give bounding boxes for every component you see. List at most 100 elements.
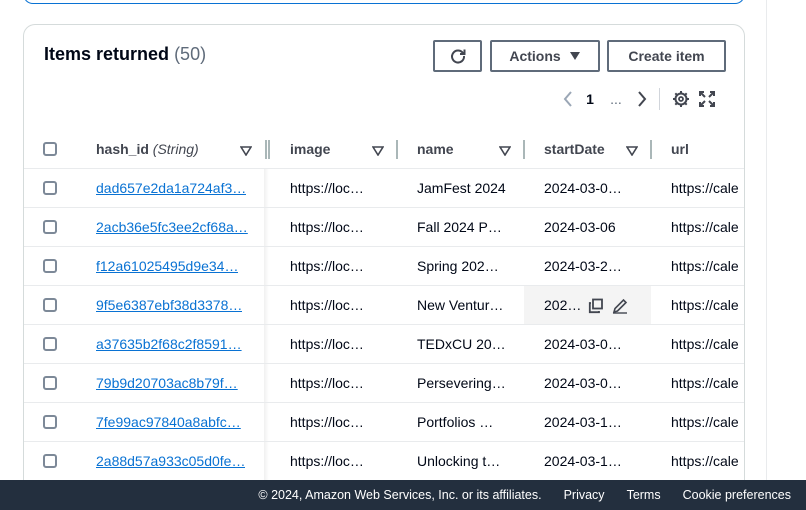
startdate-cell[interactable]: 2024-03-0… bbox=[544, 364, 634, 402]
hash-id-link[interactable]: 79b9d20703ac8b79f… bbox=[96, 375, 238, 391]
table-row[interactable]: 79b9d20703ac8b79f… https://loc… Persever… bbox=[24, 364, 744, 403]
url-cell[interactable]: https://cale bbox=[671, 403, 744, 441]
sort-caret-icon[interactable] bbox=[625, 143, 639, 161]
row-checkbox[interactable] bbox=[43, 298, 57, 312]
row-checkbox[interactable] bbox=[43, 259, 57, 273]
select-all-checkbox[interactable] bbox=[43, 142, 57, 156]
column-header-name[interactable]: name bbox=[417, 130, 509, 168]
row-checkbox[interactable] bbox=[43, 220, 57, 234]
image-value: https://loc… bbox=[290, 219, 364, 235]
table-row[interactable]: 7fe99ac97840a8abfc… https://loc… Portfol… bbox=[24, 403, 744, 442]
column-resizer[interactable] bbox=[265, 140, 270, 159]
startdate-value: 2024-03-2… bbox=[544, 258, 622, 274]
name-cell[interactable]: Portfolios … bbox=[417, 403, 509, 441]
url-cell[interactable]: https://cale bbox=[671, 325, 744, 363]
settings-gear-icon[interactable] bbox=[668, 87, 694, 111]
hash-id-link[interactable]: 2a88d57a933c05d0fe… bbox=[96, 453, 245, 469]
page-scrollbar[interactable] bbox=[766, 0, 806, 480]
column-resizer[interactable] bbox=[523, 140, 525, 159]
table-row[interactable]: 9f5e6387ebf38d3378… https://loc… New Ven… bbox=[24, 286, 744, 325]
create-item-button[interactable]: Create item bbox=[607, 40, 726, 72]
footer-terms-link[interactable]: Terms bbox=[627, 488, 661, 502]
column-header-image[interactable]: image bbox=[290, 130, 380, 168]
hash-id-link[interactable]: 9f5e6387ebf38d3378… bbox=[96, 297, 242, 313]
startdate-cell[interactable]: 2024-03-0… bbox=[544, 169, 634, 207]
row-checkbox[interactable] bbox=[43, 181, 57, 195]
image-cell[interactable]: https://loc… bbox=[290, 325, 380, 363]
sort-caret-icon[interactable] bbox=[371, 143, 385, 161]
image-cell[interactable]: https://loc… bbox=[290, 286, 380, 324]
copy-icon[interactable] bbox=[588, 298, 604, 319]
startdate-cell[interactable]: 2024-03-2… bbox=[544, 247, 634, 285]
hash-id-cell[interactable]: 7fe99ac97840a8abfc… bbox=[96, 403, 251, 441]
name-cell[interactable]: Fall 2024 P… bbox=[417, 208, 509, 246]
hash-id-cell[interactable]: a37635b2f68c2f8591… bbox=[96, 325, 251, 363]
hash-id-cell[interactable]: 9f5e6387ebf38d3378… bbox=[96, 286, 251, 324]
row-checkbox[interactable] bbox=[43, 337, 57, 351]
image-cell[interactable]: https://loc… bbox=[290, 403, 380, 441]
sort-caret-icon[interactable] bbox=[239, 143, 253, 161]
hash-id-cell[interactable]: 2acb36e5fc3ee2cf68a… bbox=[96, 208, 251, 246]
column-header-url[interactable]: url bbox=[671, 130, 744, 168]
table-row[interactable]: 2acb36e5fc3ee2cf68a… https://loc… Fall 2… bbox=[24, 208, 744, 247]
image-cell[interactable]: https://loc… bbox=[290, 208, 380, 246]
next-page-icon[interactable] bbox=[631, 87, 653, 111]
name-cell[interactable]: Spring 202… bbox=[417, 247, 509, 285]
image-cell[interactable]: https://loc… bbox=[290, 169, 380, 207]
startdate-cell[interactable]: 2024-03-06 bbox=[544, 208, 634, 246]
name-cell[interactable]: New Ventur… bbox=[417, 286, 509, 324]
startdate-cell[interactable]: 2024-03-0… bbox=[544, 325, 634, 363]
hash-id-link[interactable]: f12a61025495d9e34… bbox=[96, 258, 238, 274]
url-cell[interactable]: https://cale bbox=[671, 442, 744, 480]
image-cell[interactable]: https://loc… bbox=[290, 442, 380, 480]
hash-id-cell[interactable]: 79b9d20703ac8b79f… bbox=[96, 364, 251, 402]
footer-privacy-link[interactable]: Privacy bbox=[564, 488, 605, 502]
sticky-column-shadow bbox=[264, 286, 269, 324]
column-header-hash-id[interactable]: hash_id (String) bbox=[96, 130, 251, 168]
sticky-column-shadow bbox=[264, 208, 269, 246]
url-cell[interactable]: https://cale bbox=[671, 247, 744, 285]
name-value: Fall 2024 P… bbox=[417, 219, 502, 235]
url-cell[interactable]: https://cale bbox=[671, 286, 744, 324]
refresh-button[interactable] bbox=[433, 40, 482, 72]
name-cell[interactable]: TEDxCU 20… bbox=[417, 325, 509, 363]
url-cell[interactable]: https://cale bbox=[671, 208, 744, 246]
hash-id-cell[interactable]: f12a61025495d9e34… bbox=[96, 247, 251, 285]
row-checkbox[interactable] bbox=[43, 376, 57, 390]
startdate-cell[interactable]: 2024-03-1… bbox=[544, 403, 634, 441]
hash-id-link[interactable]: a37635b2f68c2f8591… bbox=[96, 336, 242, 352]
row-checkbox[interactable] bbox=[43, 415, 57, 429]
actions-dropdown-button[interactable]: Actions bbox=[490, 40, 600, 72]
name-cell[interactable]: Unlocking t… bbox=[417, 442, 509, 480]
footer-cookie-preferences-link[interactable]: Cookie preferences bbox=[683, 488, 791, 502]
name-cell[interactable]: Persevering… bbox=[417, 364, 509, 402]
hash-id-cell[interactable]: 2a88d57a933c05d0fe… bbox=[96, 442, 251, 480]
hash-id-cell[interactable]: dad657e2da1a724af3… bbox=[96, 169, 251, 207]
row-checkbox[interactable] bbox=[43, 454, 57, 468]
fullscreen-expand-icon[interactable] bbox=[694, 87, 720, 111]
table-row[interactable]: 2a88d57a933c05d0fe… https://loc… Unlocki… bbox=[24, 442, 744, 480]
table-row[interactable]: f12a61025495d9e34… https://loc… Spring 2… bbox=[24, 247, 744, 286]
image-cell[interactable]: https://loc… bbox=[290, 364, 380, 402]
column-resizer[interactable] bbox=[650, 140, 652, 159]
refresh-icon bbox=[449, 47, 467, 65]
startdate-cell[interactable]: 2024-03-1… bbox=[544, 442, 634, 480]
edit-pencil-icon[interactable] bbox=[612, 298, 628, 319]
column-resizer[interactable] bbox=[396, 140, 398, 159]
hash-id-link[interactable]: 7fe99ac97840a8abfc… bbox=[96, 414, 241, 430]
previous-page-icon[interactable] bbox=[557, 87, 579, 111]
hash-id-link[interactable]: 2acb36e5fc3ee2cf68a… bbox=[96, 219, 248, 235]
column-header-startdate[interactable]: startDate bbox=[544, 130, 634, 168]
hash-id-link[interactable]: dad657e2da1a724af3… bbox=[96, 180, 246, 196]
page-number-current[interactable]: 1 bbox=[579, 91, 601, 107]
url-cell[interactable]: https://cale bbox=[671, 169, 744, 207]
sort-caret-icon[interactable] bbox=[498, 143, 512, 161]
startdate-cell-editable[interactable]: 202… bbox=[524, 286, 651, 324]
name-cell[interactable]: JamFest 2024 bbox=[417, 169, 509, 207]
image-cell[interactable]: https://loc… bbox=[290, 247, 380, 285]
url-value: https://cale bbox=[671, 453, 739, 469]
table-row[interactable]: a37635b2f68c2f8591… https://loc… TEDxCU … bbox=[24, 325, 744, 364]
url-cell[interactable]: https://cale bbox=[671, 364, 744, 402]
table-row[interactable]: dad657e2da1a724af3… https://loc… JamFest… bbox=[24, 169, 744, 208]
name-value: Portfolios … bbox=[417, 414, 494, 430]
